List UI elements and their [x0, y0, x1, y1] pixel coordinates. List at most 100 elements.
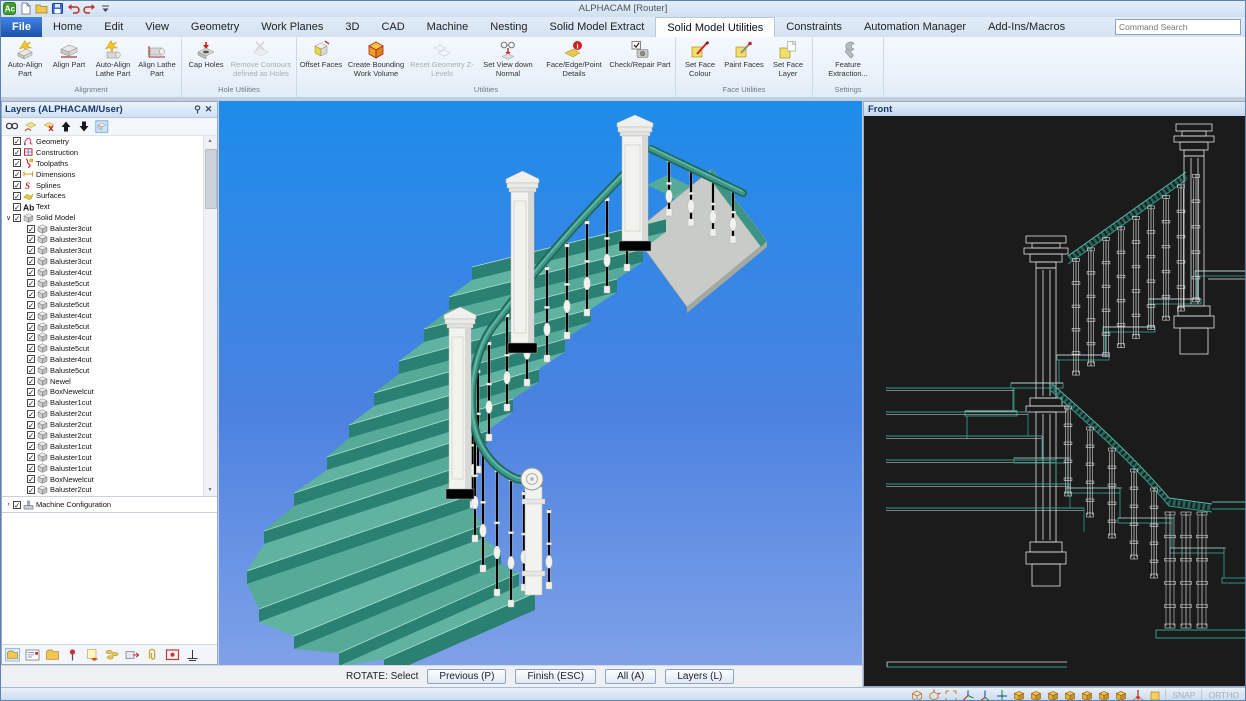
layer-visibility-checkbox[interactable]: ✓ [27, 366, 35, 374]
delete-layer-icon[interactable] [41, 120, 55, 133]
wire-cube-icon[interactable] [910, 689, 924, 701]
layer-visibility-checkbox[interactable]: ✓ [13, 181, 21, 189]
work-plane-icon[interactable] [1148, 689, 1162, 701]
sheet-arrow-icon[interactable] [85, 648, 100, 662]
datum-icon[interactable] [185, 648, 200, 662]
layer-tree-item[interactable]: ✓Baluster4cut [2, 332, 204, 343]
axes-rgb-icon[interactable] [978, 689, 992, 701]
export-layer-icon[interactable] [125, 648, 140, 662]
layer-tree-item[interactable]: ✓SSplines [2, 180, 204, 191]
layer-tree-item[interactable]: ✓Geometry [2, 136, 204, 147]
layer-tree-item[interactable]: ✓Newel [2, 376, 204, 387]
move-up-icon[interactable] [59, 120, 73, 133]
layer-tree-item[interactable]: ✓Baluster3cut [2, 223, 204, 234]
viewport-3d-canvas[interactable] [219, 101, 862, 665]
set-view-down-normal-button[interactable]: Set View down Normal [475, 38, 541, 78]
layer-visibility-checkbox[interactable]: ✓ [27, 464, 35, 472]
new-layer-icon[interactable] [23, 120, 37, 133]
command-search-input[interactable] [1115, 19, 1241, 35]
create-bounding-work-volume-button[interactable]: Create Bounding Work Volume [343, 38, 409, 78]
tab-3d[interactable]: 3D [334, 17, 370, 37]
tab-file[interactable]: File [1, 17, 42, 37]
layer-visibility-checkbox[interactable]: ✓ [27, 475, 35, 483]
layer-tree-item[interactable]: ✓BoxNewelcut [2, 474, 204, 485]
command-button-all-a-[interactable]: All (A) [605, 669, 656, 684]
layer-visibility-checkbox[interactable]: ✓ [27, 344, 35, 352]
tree-scrollbar[interactable]: ▲ ▼ [203, 136, 217, 496]
move-down-icon[interactable] [77, 120, 91, 133]
folder-icon[interactable] [45, 648, 60, 662]
scroll-up-icon[interactable]: ▲ [204, 136, 216, 147]
tab-automation-manager[interactable]: Automation Manager [853, 17, 977, 37]
axis-gb-icon[interactable] [995, 689, 1009, 701]
corner-box-icon[interactable] [944, 689, 958, 701]
check-repair-part-button[interactable]: Check/Repair Part [607, 38, 673, 70]
cube-top-icon[interactable] [1012, 689, 1026, 701]
layer-visibility-checkbox[interactable]: ✓ [27, 442, 35, 450]
cube-axes-icon[interactable] [927, 689, 941, 701]
layer-tree-item[interactable]: ✓Baluste5cut [2, 278, 204, 289]
layer-visibility-checkbox[interactable]: ✓ [27, 246, 35, 254]
feature-extraction-button[interactable]: Feature Extraction... [815, 38, 881, 78]
layer-visibility-checkbox[interactable]: ✓ [27, 257, 35, 265]
tab-solid-model-extract[interactable]: Solid Model Extract [539, 17, 656, 37]
pin-icon[interactable] [65, 648, 80, 662]
layer-tree-item[interactable]: ✓Baluster4cut [2, 288, 204, 299]
scroll-down-icon[interactable]: ▼ [204, 485, 216, 496]
cube-left-icon[interactable] [1046, 689, 1060, 701]
layer-visibility-checkbox[interactable]: ✓ [13, 170, 21, 178]
layer-visibility-checkbox[interactable]: ✓ [27, 399, 35, 407]
close-icon[interactable]: ✕ [203, 104, 214, 115]
auto-align-part-button[interactable]: Auto-Align Part [3, 38, 47, 78]
find-layer-icon[interactable] [5, 120, 19, 133]
tab-constraints[interactable]: Constraints [775, 17, 853, 37]
z-pin-icon[interactable] [1131, 689, 1145, 701]
layer-tree-item[interactable]: ✓Baluster2cut [2, 419, 204, 430]
auto-align-lathe-part-button[interactable]: Auto-Align Lathe Part [91, 38, 135, 78]
layer-visibility-checkbox[interactable]: ✓ [13, 214, 21, 222]
scroll-thumb[interactable] [205, 149, 217, 209]
align-lathe-part-button[interactable]: Align Lathe Part [135, 38, 179, 78]
set-active-layer-icon[interactable] [95, 120, 109, 133]
expand-icon[interactable]: › [4, 501, 13, 508]
tab-work-planes[interactable]: Work Planes [250, 17, 334, 37]
layer-visibility-checkbox[interactable]: ✓ [27, 355, 35, 363]
layer-visibility-checkbox[interactable]: ✓ [27, 421, 35, 429]
layer-tree-item[interactable]: ✓AbText [2, 201, 204, 212]
tab-add-ins-macros[interactable]: Add-Ins/Macros [977, 17, 1076, 37]
offset-faces-button[interactable]: Offset Faces [299, 38, 343, 70]
layer-tree-item[interactable]: ✓Dimensions [2, 169, 204, 180]
layer-visibility-checkbox[interactable]: ✓ [27, 301, 35, 309]
machine-configuration-item[interactable]: › ✓ Machine Configuration [2, 496, 217, 513]
layer-visibility-checkbox[interactable]: ✓ [27, 279, 35, 287]
layer-tree-item[interactable]: ✓Baluste5cut [2, 299, 204, 310]
front-view-canvas[interactable] [864, 116, 1246, 686]
cap-holes-button[interactable]: Cap Holes [184, 38, 228, 70]
layer-tree-item[interactable]: ✓Baluster2cut [2, 485, 204, 496]
layer-visibility-checkbox[interactable]: ✓ [13, 192, 21, 200]
layer-tree-item[interactable]: ✓Baluste5cut [2, 343, 204, 354]
layer-tree-item[interactable]: ✓Baluster4cut [2, 354, 204, 365]
layer-tree-item[interactable]: ✓Toolpaths [2, 158, 204, 169]
layer-tree-item[interactable]: ✓Baluster3cut [2, 234, 204, 245]
layer-visibility-checkbox[interactable]: ✓ [27, 377, 35, 385]
cube-right-icon[interactable] [1063, 689, 1077, 701]
layer-visibility-checkbox[interactable]: ✓ [27, 410, 35, 418]
tab-view[interactable]: View [134, 17, 180, 37]
layer-visibility-checkbox[interactable]: ✓ [27, 290, 35, 298]
layer-visibility-checkbox[interactable]: ✓ [27, 431, 35, 439]
layer-tree-item[interactable]: ✓Baluster2cut [2, 430, 204, 441]
layer-visibility-checkbox[interactable]: ✓ [13, 159, 21, 167]
machine-checkbox[interactable]: ✓ [13, 501, 21, 509]
layer-tree-item[interactable]: ✓Baluste5cut [2, 365, 204, 376]
face-edge-point-details-button[interactable]: iFace/Edge/Point Details [541, 38, 607, 78]
layer-visibility-checkbox[interactable]: ✓ [13, 148, 21, 156]
tab-home[interactable]: Home [42, 17, 93, 37]
layer-tree-item[interactable]: ✓Construction [2, 147, 204, 158]
layer-visibility-checkbox[interactable]: ✓ [27, 235, 35, 243]
browser-folders-icon[interactable] [5, 648, 20, 662]
axes-rg-icon[interactable] [961, 689, 975, 701]
layer-tree-item[interactable]: ✓Baluster1cut [2, 452, 204, 463]
layer-tree-item[interactable]: ✓Baluster3cut [2, 245, 204, 256]
set-face-colour-button[interactable]: Set Face Colour [678, 38, 722, 78]
